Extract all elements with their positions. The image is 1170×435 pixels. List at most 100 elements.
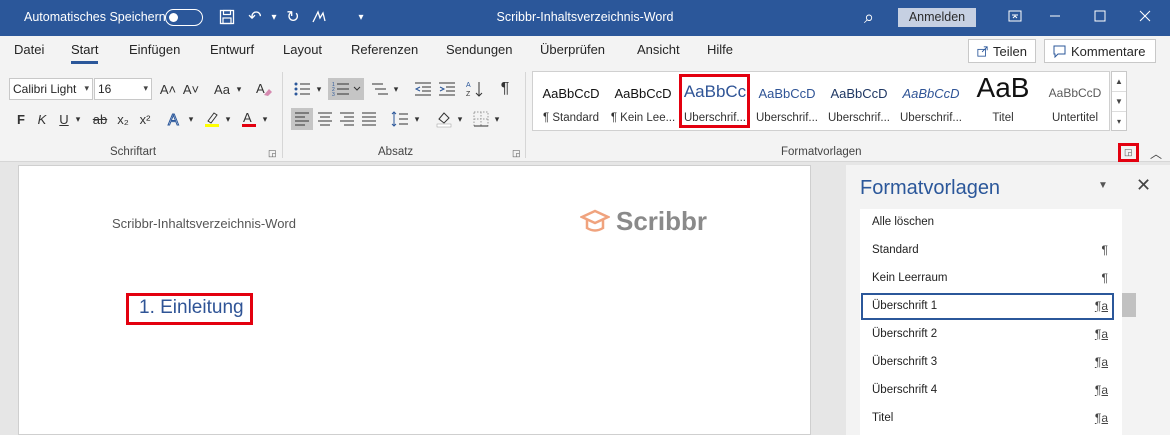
style-item-label: Überschrift 4	[872, 384, 938, 396]
comments-button[interactable]: Kommentare	[1044, 39, 1156, 63]
pane-options-icon[interactable]: ▼	[1098, 180, 1108, 191]
style-name: Überschrif...	[828, 112, 890, 124]
change-case-icon[interactable]: Aa	[210, 78, 234, 100]
tab-referenzen[interactable]: Referenzen	[351, 42, 418, 57]
tab-sendungen[interactable]: Sendungen	[446, 42, 513, 57]
borders-icon[interactable]	[470, 108, 492, 130]
style-ueberschrift-2[interactable]: AaBbCcD Überschrif...	[751, 72, 823, 132]
pane-close-icon[interactable]: ✕	[1136, 175, 1151, 196]
graduation-cap-icon	[580, 209, 610, 232]
redo-icon[interactable]: ↻	[282, 6, 304, 28]
superscript-icon[interactable]: x²	[134, 108, 156, 130]
tab-datei[interactable]: Datei	[14, 42, 44, 57]
tab-start[interactable]: Start	[71, 42, 99, 64]
chevron-down-icon[interactable]: ▾	[314, 78, 324, 100]
search-icon[interactable]: ⌕	[858, 6, 880, 28]
svg-text:A: A	[466, 82, 471, 89]
gallery-up-icon[interactable]: ▲	[1112, 72, 1126, 92]
font-name-combo[interactable]: Calibri Light ▾	[9, 78, 93, 100]
shrink-font-icon[interactable]: A˅	[180, 78, 202, 100]
style-item-alle-loeschen[interactable]: Alle löschen	[860, 209, 1122, 237]
chevron-down-icon[interactable]: ▾	[186, 108, 196, 130]
style-titel[interactable]: AaB Titel	[967, 72, 1039, 132]
style-standard[interactable]: AaBbCcD ¶ Standard	[535, 72, 607, 132]
font-size-combo[interactable]: 16 ▾	[94, 78, 152, 100]
style-preview: AaB	[976, 72, 1030, 103]
autosave-toggle[interactable]	[165, 9, 203, 26]
chevron-down-icon[interactable]: ▾	[391, 78, 401, 100]
multilevel-list-icon[interactable]	[369, 78, 391, 100]
underline-icon[interactable]: U	[53, 108, 75, 130]
maximize-icon[interactable]	[1085, 6, 1115, 28]
chevron-down-icon[interactable]: ▾	[223, 108, 233, 130]
align-left-icon[interactable]	[291, 108, 313, 130]
shading-icon[interactable]	[433, 108, 455, 130]
bullets-icon[interactable]	[291, 78, 313, 100]
style-item-ueberschrift-3[interactable]: Überschrift 3 ¶a	[860, 349, 1122, 377]
tab-hilfe[interactable]: Hilfe	[707, 42, 733, 57]
highlight-icon[interactable]	[201, 108, 223, 130]
font-size-value: 16	[98, 82, 112, 96]
style-item-label: Alle löschen	[872, 216, 935, 228]
paragraph-dialog-launcher-icon[interactable]: ◲	[512, 148, 522, 158]
style-item-ueberschrift-2[interactable]: Überschrift 2 ¶a	[860, 321, 1122, 349]
align-center-icon[interactable]	[314, 108, 336, 130]
style-preview: AaBbCcD	[758, 86, 816, 101]
tab-entwurf[interactable]: Entwurf	[210, 42, 254, 57]
save-icon[interactable]	[216, 6, 238, 28]
bold-icon[interactable]: F	[10, 108, 32, 130]
touch-draw-icon[interactable]	[308, 6, 330, 28]
paragraph-mark-icon: ¶	[1101, 271, 1108, 285]
style-untertitel[interactable]: AaBbCcD Untertitel	[1039, 72, 1111, 132]
chevron-down-icon[interactable]: ▾	[84, 83, 89, 94]
chevron-down-icon[interactable]: ▾	[234, 78, 244, 100]
increase-indent-icon[interactable]	[436, 78, 458, 100]
style-preview: AaBbCcD	[614, 86, 672, 101]
clear-formatting-icon[interactable]: A	[253, 78, 275, 100]
chevron-down-icon[interactable]: ▾	[73, 108, 83, 130]
style-item-standard[interactable]: Standard ¶	[860, 237, 1122, 265]
style-preview: AaBbCcD	[1048, 86, 1102, 100]
ribbon-display-icon[interactable]	[1000, 6, 1030, 28]
collapse-ribbon-icon[interactable]: ︿	[1150, 145, 1162, 162]
numbering-icon[interactable]: 123	[328, 78, 364, 100]
style-kein-leerraum[interactable]: AaBbCcD ¶ Kein Lee...	[607, 72, 679, 132]
styles-dialog-launcher-icon[interactable]: ◲	[1124, 147, 1133, 158]
tab-ansicht[interactable]: Ansicht	[637, 42, 680, 57]
style-item-titel[interactable]: Titel ¶a	[860, 405, 1122, 433]
chevron-down-icon[interactable]: ▾	[412, 108, 422, 130]
tab-einfuegen[interactable]: Einfügen	[129, 42, 180, 57]
style-item-kein-leerraum[interactable]: Kein Leerraum ¶	[860, 265, 1122, 293]
pilcrow-icon[interactable]: ¶	[494, 78, 516, 100]
font-dialog-launcher-icon[interactable]: ◲	[268, 148, 278, 158]
style-ueberschrift-4[interactable]: AaBbCcD Überschrif...	[895, 72, 967, 132]
text-effects-icon[interactable]: A	[164, 108, 186, 130]
gallery-more-icon[interactable]: ▾	[1112, 112, 1126, 132]
minimize-icon[interactable]	[1040, 6, 1070, 28]
linked-style-icon: ¶a	[1094, 327, 1108, 341]
signin-button[interactable]: Anmelden	[898, 8, 976, 27]
share-button[interactable]: Teilen	[968, 39, 1036, 63]
style-item-ueberschrift-4[interactable]: Überschrift 4 ¶a	[860, 377, 1122, 405]
tab-ueberpruefen[interactable]: Überprüfen	[540, 42, 605, 57]
font-color-icon[interactable]: A	[238, 108, 260, 130]
decrease-indent-icon[interactable]	[412, 78, 434, 100]
gallery-down-icon[interactable]: ▼	[1112, 92, 1126, 112]
grow-font-icon[interactable]: A˄	[157, 78, 179, 100]
strikethrough-icon[interactable]: ab	[89, 108, 111, 130]
close-icon[interactable]	[1130, 6, 1160, 28]
align-right-icon[interactable]	[336, 108, 358, 130]
italic-icon[interactable]: K	[31, 108, 53, 130]
style-ueberschrift-3[interactable]: AaBbCcD Überschrif...	[823, 72, 895, 132]
tab-layout[interactable]: Layout	[283, 42, 322, 57]
customize-toolbar-icon[interactable]: ▾	[350, 6, 372, 28]
line-spacing-icon[interactable]	[389, 108, 411, 130]
chevron-down-icon[interactable]: ▾	[143, 83, 148, 94]
chevron-down-icon[interactable]: ▾	[492, 108, 502, 130]
justify-icon[interactable]	[358, 108, 380, 130]
pane-item-dropdown[interactable]	[1122, 293, 1136, 317]
sort-icon[interactable]: AZ	[464, 78, 486, 100]
subscript-icon[interactable]: x₂	[112, 108, 134, 130]
chevron-down-icon[interactable]: ▾	[455, 108, 465, 130]
chevron-down-icon[interactable]: ▾	[260, 108, 270, 130]
